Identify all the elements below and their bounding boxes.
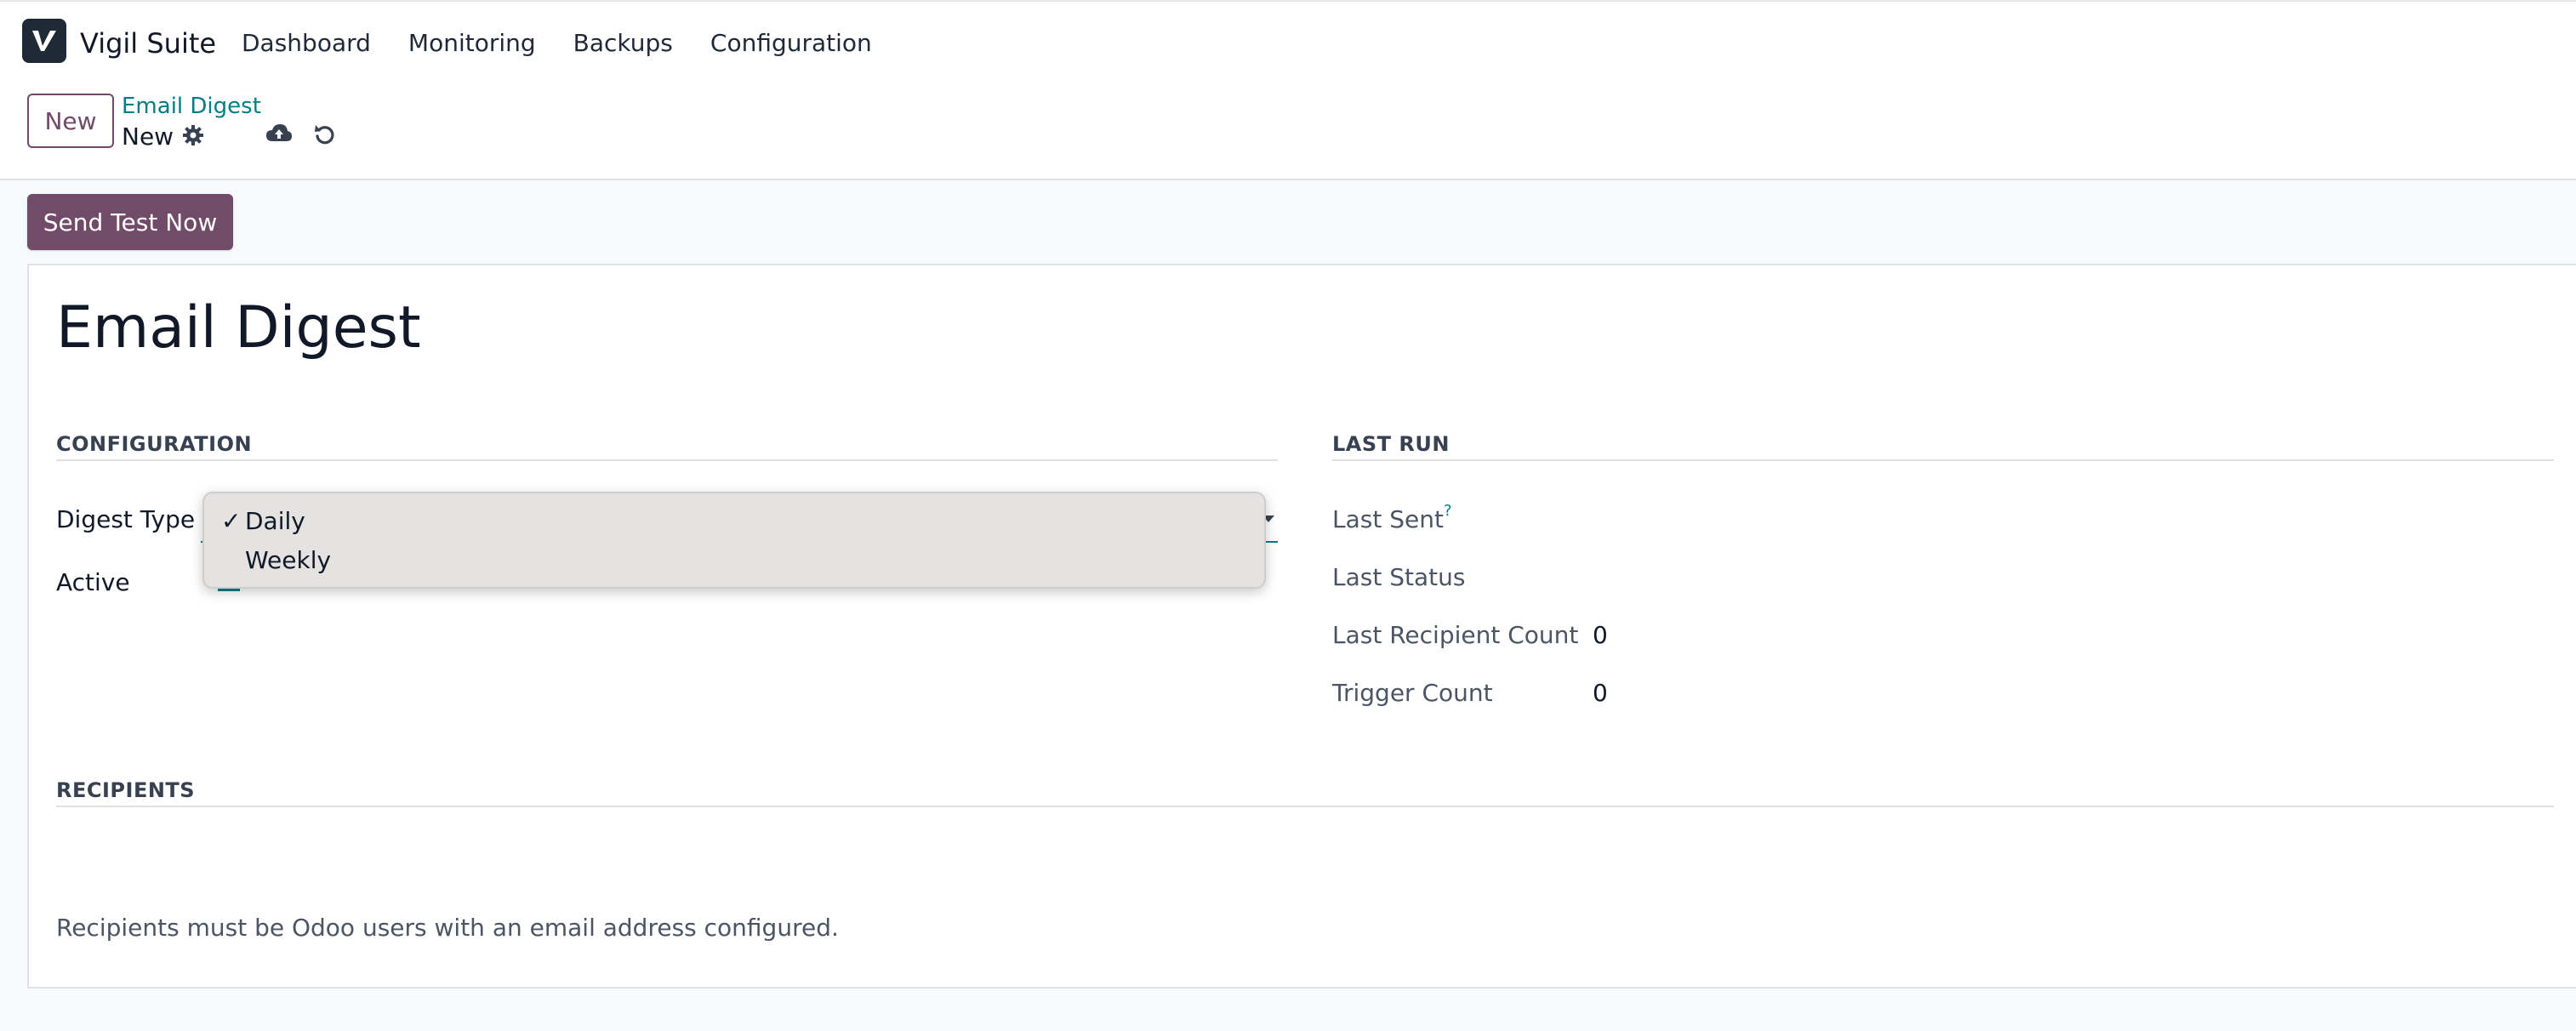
menu-item-backups[interactable]: Backups	[573, 29, 673, 57]
breadcrumb-current: New	[122, 122, 174, 151]
app-name[interactable]: Vigil Suite	[80, 27, 216, 60]
recipients-note: Recipients must be Odoo users with an em…	[56, 914, 839, 942]
digest-type-label: Digest Type	[56, 505, 196, 533]
menu-item-dashboard[interactable]: Dashboard	[242, 29, 371, 57]
main-menu: Dashboard Monitoring Backups Configurati…	[242, 29, 872, 57]
record-title: Email Digest	[56, 294, 421, 362]
form-sheet	[27, 264, 2576, 988]
recipients-heading: RECIPIENTS	[56, 778, 196, 802]
configuration-divider	[56, 459, 1278, 461]
last-sent-help-icon[interactable]: ?	[1444, 502, 1452, 520]
configuration-heading: CONFIGURATION	[56, 432, 253, 456]
top-navbar: Vigil Suite Dashboard Monitoring Backups…	[0, 0, 2576, 80]
new-button[interactable]: New	[27, 94, 114, 148]
last-sent-label: Last Sent	[1332, 505, 1444, 533]
last-recipient-count-label: Last Recipient Count	[1332, 621, 1579, 649]
trigger-count-value: 0	[1593, 679, 1608, 707]
active-label: Active	[56, 568, 130, 596]
menu-item-configuration[interactable]: Configuration	[710, 29, 872, 57]
undo-icon[interactable]	[313, 122, 337, 150]
menu-item-monitoring[interactable]: Monitoring	[408, 29, 536, 57]
digest-type-dropdown: ✓ Daily Weekly	[202, 492, 1266, 589]
gear-icon[interactable]	[182, 124, 204, 150]
option-weekly[interactable]: Weekly	[245, 546, 331, 574]
breadcrumb-parent[interactable]: Email Digest	[122, 94, 261, 119]
last-run-heading: LAST RUN	[1332, 432, 1450, 456]
checkmark-icon: ✓	[221, 507, 242, 535]
recipients-divider	[56, 806, 2554, 807]
last-run-divider	[1332, 459, 2554, 461]
control-panel: New Email Digest New	[0, 80, 2576, 180]
last-status-label: Last Status	[1332, 563, 1466, 591]
option-daily[interactable]: Daily	[245, 507, 305, 535]
trigger-count-label: Trigger Count	[1332, 679, 1493, 707]
app-logo-icon[interactable]	[22, 19, 66, 63]
cloud-upload-icon[interactable]	[265, 122, 293, 148]
last-recipient-count-value: 0	[1593, 621, 1608, 649]
send-test-now-button[interactable]: Send Test Now	[27, 194, 233, 250]
